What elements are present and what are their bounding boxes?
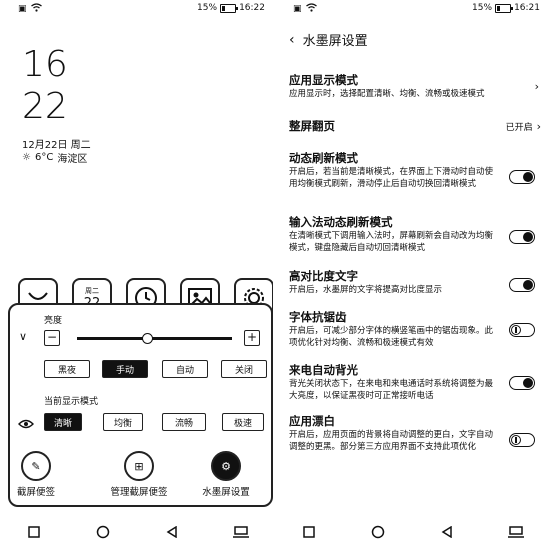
brightness-decrease-button[interactable]: − (44, 330, 60, 346)
page-header: ‹ 水墨屏设置 (289, 30, 368, 50)
back-button[interactable] (160, 520, 184, 544)
screenshot-note-tool[interactable]: ✎ 截屏便签 (4, 451, 68, 498)
setting-font-antialias: 字体抗锯齿 开启后，可减少部分字体的横竖笔画中的锯齿现象。此项优化针对均衡、流畅… (289, 309, 541, 349)
screen-mode-button[interactable] (504, 520, 528, 544)
battery-icon (220, 3, 239, 13)
eink-settings-screen: ▣ 15% 16:21 ‹ 水墨屏设置 应用显示模式 应用显示时，选择配置清晰、… (275, 0, 550, 550)
tool-label: 管理截屏便签 (110, 487, 168, 498)
setting-app-display-mode[interactable]: 应用显示模式 应用显示时，选择配置清晰、均衡、流畅或极速模式 › (289, 72, 541, 100)
manage-notes-tool[interactable]: ⊞ 管理截屏便签 (104, 451, 174, 498)
setting-title: 动态刷新模式 (289, 151, 358, 165)
lock-screen: ▣ 15% 16:22 16 22 12月22日 周二 ☼ 6°C 海淀区 周二… (0, 0, 275, 550)
setting-desc: 开启后，水墨屏的文字将提高对比度显示 (289, 285, 443, 295)
setting-title: 来电自动背光 (289, 363, 358, 377)
chevron-right-icon: › (534, 80, 539, 93)
setting-title: 高对比度文字 (289, 269, 358, 283)
calendar-weekday: 周二 (85, 286, 99, 295)
back-arrow-icon[interactable]: ‹ (289, 32, 295, 48)
slider-thumb[interactable] (141, 333, 153, 344)
setting-desc: 开启后，应用页面的背景将自动调整的更白，文字自动调整的更黑。部分第三方应用界面不… (289, 430, 494, 452)
wifi-icon (305, 3, 317, 15)
setting-high-contrast-text: 高对比度文字 开启后，水墨屏的文字将提高对比度显示 (289, 268, 541, 296)
screenshot-note-icon: ✎ (21, 451, 51, 481)
setting-desc: 应用显示时，选择配置清晰、均衡、流畅或极速模式 (289, 89, 485, 99)
mode-off-button[interactable]: 关闭 (221, 360, 267, 378)
ime-refresh-toggle[interactable] (509, 230, 535, 244)
setting-ime-dynamic-refresh: 输入法动态刷新模式 在清晰模式下调用输入法时，屏幕刷新会自动改为均衡模式，键盘隐… (289, 214, 541, 254)
status-time: 16:21 (514, 3, 540, 13)
brightness-label: 亮度 (44, 316, 63, 326)
mode-auto-button[interactable]: 自动 (162, 360, 208, 378)
sun-icon: ☼ (22, 152, 31, 163)
weather-location: 海淀区 (57, 154, 88, 165)
tool-label: 水墨屏设置 (202, 487, 250, 498)
manage-notes-icon: ⊞ (124, 451, 154, 481)
mode-manual-button[interactable]: 手动 (102, 360, 148, 378)
display-smooth-button[interactable]: 流畅 (162, 413, 206, 431)
navigation-bar (0, 520, 275, 544)
setting-desc: 背光关闭状态下，在来电和来电通话时系统将调整为最大亮度，以保证黑夜时可正常接听电… (289, 379, 494, 401)
setting-title: 应用显示模式 (289, 73, 358, 87)
eink-settings-tool[interactable]: ⚙ 水墨屏设置 (194, 451, 258, 498)
brightness-slider[interactable] (77, 333, 232, 344)
clock-minute: 22 (22, 86, 68, 127)
weather-temp: 6°C (34, 152, 54, 163)
font-antialias-toggle[interactable] (509, 323, 535, 337)
battery-percent: 15% (472, 3, 493, 13)
date-text: 12月22日 周二 (22, 140, 91, 151)
eye-icon (18, 414, 34, 433)
battery-percent: 15% (197, 3, 218, 13)
display-clear-button[interactable]: 清晰 (44, 413, 82, 431)
dynamic-refresh-toggle[interactable] (509, 170, 535, 184)
weather: ☼ 6°C 海淀区 (22, 150, 87, 165)
setting-title: 整屏翻页 (289, 119, 335, 133)
display-fast-button[interactable]: 极速 (222, 413, 264, 431)
display-balanced-button[interactable]: 均衡 (103, 413, 143, 431)
brightness-increase-button[interactable]: + (244, 330, 260, 346)
navigation-bar (275, 520, 550, 544)
battery-icon (495, 3, 514, 13)
setting-desc: 在清晰模式下调用输入法时，屏幕刷新会自动改为均衡模式，键盘隐藏后自动切回清晰模式 (289, 231, 494, 253)
setting-desc: 开启后，若当前是清晰模式，在界面上下滑动时自动使用均衡模式刷新，滑动停止后自动切… (289, 167, 494, 189)
wifi-icon (30, 3, 42, 15)
status-time: 16:22 (239, 3, 265, 13)
back-button[interactable] (435, 520, 459, 544)
setting-dynamic-refresh: 动态刷新模式 开启后，若当前是清晰模式，在界面上下滑动时自动使用均衡模式刷新，滑… (289, 150, 541, 190)
setting-full-page-flip[interactable]: 整屏翻页 已开启 › (289, 118, 541, 134)
screen-mode-button[interactable] (229, 520, 253, 544)
notification-icon: ▣ (18, 4, 27, 14)
display-mode-label: 当前显示模式 (44, 397, 99, 407)
call-backlight-toggle[interactable] (509, 376, 535, 390)
notification-icon: ▣ (293, 4, 302, 14)
app-bleach-toggle[interactable] (509, 433, 535, 447)
recents-button[interactable] (22, 520, 46, 544)
setting-title: 输入法动态刷新模式 (289, 215, 393, 229)
status-bar: ▣ 15% 16:21 (275, 0, 550, 18)
recents-button[interactable] (297, 520, 321, 544)
setting-title: 字体抗锯齿 (289, 310, 347, 324)
home-button[interactable] (366, 520, 390, 544)
tool-label: 截屏便签 (16, 487, 55, 498)
setting-desc: 开启后，可减少部分字体的横竖笔画中的锯齿现象。此项优化针对均衡、流畅和极速模式有… (289, 326, 494, 348)
page-title: 水墨屏设置 (302, 34, 368, 49)
high-contrast-toggle[interactable] (509, 278, 535, 292)
chevron-right-icon: › (536, 120, 541, 133)
clock-hour: 16 (22, 44, 68, 85)
setting-value: 已开启 (505, 123, 533, 133)
home-button[interactable] (91, 520, 115, 544)
setting-title: 应用漂白 (289, 414, 335, 428)
setting-call-backlight: 来电自动背光 背光关闭状态下，在来电和来电通话时系统将调整为最大亮度，以保证黑夜… (289, 362, 541, 402)
setting-app-bleach: 应用漂白 开启后，应用页面的背景将自动调整的更白，文字自动调整的更黑。部分第三方… (289, 413, 541, 453)
status-bar: ▣ 15% 16:22 (0, 0, 275, 18)
mode-night-button[interactable]: 黑夜 (44, 360, 90, 378)
gear-icon: ⚙ (211, 451, 241, 481)
collapse-chevron-icon[interactable]: ∨ (19, 330, 27, 343)
